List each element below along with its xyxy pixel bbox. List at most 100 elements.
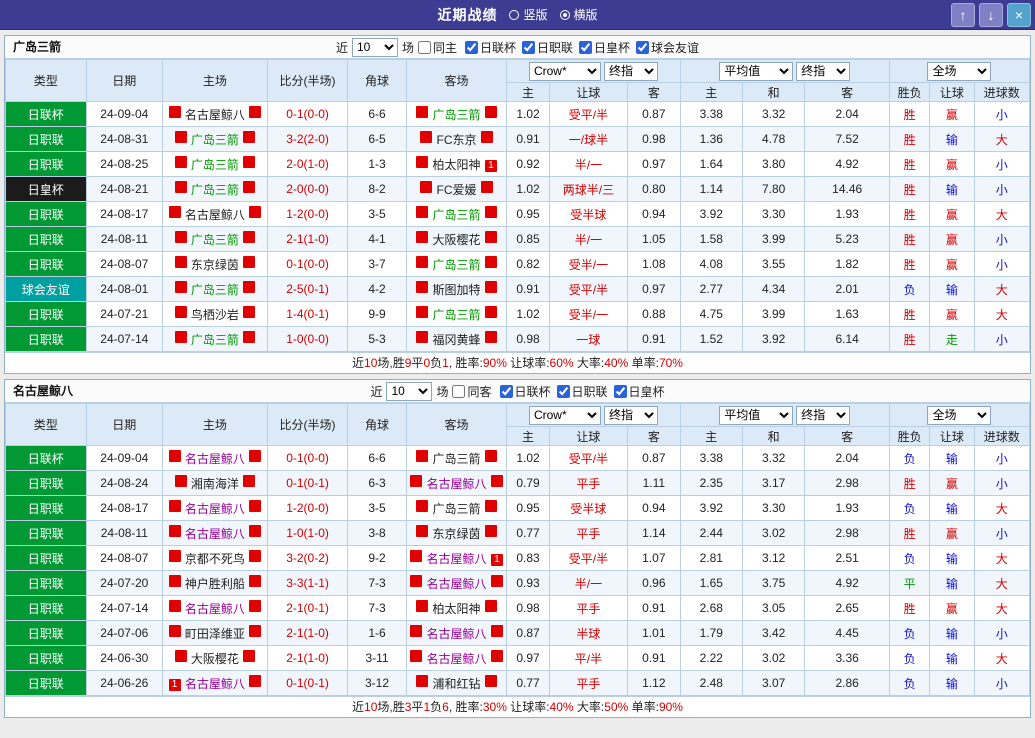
match-row[interactable]: 日职联 24-08-11 名古屋鲸八 1-0(1-0) 3-8 东京绿茵 0.7… <box>5 520 1031 546</box>
away-team-cell[interactable]: 广岛三箭 <box>405 445 508 471</box>
league-checkbox[interactable] <box>464 40 478 54</box>
home-team-cell[interactable]: 町田泽维亚 <box>162 620 268 646</box>
home-team-cell[interactable]: 大阪樱花 <box>162 645 268 671</box>
match-count-select[interactable]: 10 <box>386 381 433 401</box>
match-row[interactable]: 日皇杯 24-08-21 广岛三箭 2-0(0-0) 8-2 FC爱媛 1.02… <box>5 176 1031 202</box>
match-row[interactable]: 日职联 24-06-30 大阪樱花 2-1(1-0) 3-11 名古屋鲸八 0.… <box>5 645 1031 671</box>
home-team-cell[interactable]: 广岛三箭 <box>162 126 268 152</box>
match-row[interactable]: 日职联 24-07-14 广岛三箭 1-0(0-0) 5-3 福冈黄蜂 0.98… <box>5 326 1031 352</box>
away-team-cell[interactable]: 东京绿茵 <box>405 520 508 546</box>
league-filter[interactable]: 日皇杯 <box>579 39 630 56</box>
away-team-cell[interactable]: 广岛三箭 <box>405 495 508 521</box>
match-row[interactable]: 日职联 24-07-14 名古屋鲸八 2-1(0-1) 7-3 柏太阳神 0.9… <box>5 595 1031 621</box>
match-row[interactable]: 日职联 24-08-11 广岛三箭 2-1(1-0) 4-1 大阪樱花 0.85… <box>5 226 1031 252</box>
same-venue-checkbox[interactable] <box>417 40 431 54</box>
close-button[interactable]: × <box>1007 3 1031 27</box>
match-count-select[interactable]: 10 <box>351 37 398 57</box>
league-filter[interactable]: 日联杯 <box>499 383 551 400</box>
home-team-cell[interactable]: 广岛三箭 <box>162 276 268 302</box>
bookmaker-select[interactable]: Crow* <box>528 61 601 81</box>
home-team-cell[interactable]: 名古屋鲸八 <box>162 495 268 521</box>
away-team-cell[interactable]: 浦和红钻 <box>405 670 508 696</box>
away-team-cell[interactable]: 柏太阳神 1 <box>405 151 508 177</box>
home-team-cell[interactable]: 鸟栖沙岩 <box>162 301 268 327</box>
away-team-cell[interactable]: 名古屋鲸八 <box>405 620 508 646</box>
same-venue-filter[interactable]: 同主 <box>417 39 457 56</box>
league-filter[interactable]: 日职联 <box>556 383 608 400</box>
away-team-cell[interactable]: 名古屋鲸八 <box>405 570 508 596</box>
away-team-cell[interactable]: 广岛三箭 <box>405 251 508 277</box>
home-team-cell[interactable]: 名古屋鲸八 <box>162 101 268 127</box>
home-team-cell[interactable]: 湘南海洋 <box>162 470 268 496</box>
match-row[interactable]: 日职联 24-08-07 东京绿茵 0-1(0-0) 3-7 广岛三箭 0.82… <box>5 251 1031 277</box>
home-team-cell[interactable]: 东京绿茵 <box>162 251 268 277</box>
home-team-cell[interactable]: 广岛三箭 <box>162 226 268 252</box>
same-venue-filter[interactable]: 同客 <box>452 383 492 400</box>
league-filter[interactable]: 球会友谊 <box>636 39 699 56</box>
match-row[interactable]: 日职联 24-08-25 广岛三箭 2-0(1-0) 1-3 柏太阳神 1 0.… <box>5 151 1031 177</box>
odds-time-select[interactable]: 终指 <box>603 405 658 425</box>
move-down-button[interactable]: ↓ <box>979 3 1003 27</box>
league-checkbox[interactable] <box>522 40 535 54</box>
same-venue-checkbox[interactable] <box>452 384 466 398</box>
home-team-cell[interactable]: 名古屋鲸八 <box>162 520 268 546</box>
match-row[interactable]: 球会友谊 24-08-01 广岛三箭 2-5(0-1) 4-2 斯图加特 0.9… <box>5 276 1031 302</box>
wdl-result-cell: 负 <box>888 645 931 671</box>
home-team-cell[interactable]: 名古屋鲸八 <box>162 445 268 471</box>
home-team-cell[interactable]: 名古屋鲸八 <box>162 201 268 227</box>
away-team-cell[interactable]: 广岛三箭 <box>405 101 508 127</box>
match-row[interactable]: 日职联 24-08-07 京都不死鸟 3-2(0-2) 9-2 名古屋鲸八 1 … <box>5 545 1031 571</box>
bookmaker-select[interactable]: Crow* <box>528 405 601 425</box>
home-team-cell[interactable]: 广岛三箭 <box>162 326 268 352</box>
match-row[interactable]: 日职联 24-08-24 湘南海洋 0-1(0-1) 6-3 名古屋鲸八 0.7… <box>5 470 1031 496</box>
handicap-result-cell: 走 <box>929 326 975 352</box>
move-up-button[interactable]: ↑ <box>951 3 975 27</box>
away-team-cell[interactable]: 广岛三箭 <box>405 201 508 227</box>
average-select[interactable]: 平均值 <box>719 61 794 81</box>
league-checkbox[interactable] <box>579 40 593 54</box>
away-team-cell[interactable]: 名古屋鲸八 1 <box>405 545 508 571</box>
away-team-cell[interactable]: 福冈黄蜂 <box>405 326 508 352</box>
home-team-cell[interactable]: 神户胜利船 <box>162 570 268 596</box>
league-filter[interactable]: 日联杯 <box>464 39 516 56</box>
league-checkbox[interactable] <box>636 40 650 54</box>
home-team-cell[interactable]: 1 名古屋鲸八 <box>162 670 268 696</box>
home-team-name: 东京绿茵 <box>190 257 239 272</box>
away-team-cell[interactable]: 柏太阳神 <box>405 595 508 621</box>
away-team-cell[interactable]: FC东京 <box>405 126 508 152</box>
match-row[interactable]: 日职联 24-08-17 名古屋鲸八 1-2(0-0) 3-5 广岛三箭 0.9… <box>5 495 1031 521</box>
layout-vertical-option[interactable]: 竖版 <box>509 6 548 23</box>
home-team-cell[interactable]: 名古屋鲸八 <box>162 595 268 621</box>
away-team-cell[interactable]: 广岛三箭 <box>405 301 508 327</box>
average-select[interactable]: 平均值 <box>719 405 794 425</box>
match-row[interactable]: 日职联 24-07-20 神户胜利船 3-3(1-1) 7-3 名古屋鲸八 0.… <box>5 570 1031 596</box>
away-team-cell[interactable]: 名古屋鲸八 <box>405 470 508 496</box>
period-select[interactable]: 全场 <box>927 61 992 81</box>
league-checkbox[interactable] <box>499 384 513 398</box>
odds-time-select[interactable]: 终指 <box>603 61 658 81</box>
match-row[interactable]: 日职联 24-06-26 1 名古屋鲸八 0-1(0-1) 3-12 浦和红钻 … <box>5 670 1031 696</box>
home-team-cell[interactable]: 广岛三箭 <box>162 151 268 177</box>
match-row[interactable]: 日职联 24-08-31 广岛三箭 3-2(2-0) 6-5 FC东京 0.91… <box>5 126 1031 152</box>
avg-time-select[interactable]: 终指 <box>796 405 851 425</box>
match-row[interactable]: 日联杯 24-09-04 名古屋鲸八 0-1(0-0) 6-6 广岛三箭 1.0… <box>5 445 1031 471</box>
match-row[interactable]: 日职联 24-08-17 名古屋鲸八 1-2(0-0) 3-5 广岛三箭 0.9… <box>5 201 1031 227</box>
home-team-cell[interactable]: 京都不死鸟 <box>162 545 268 571</box>
league-checkbox[interactable] <box>556 384 570 398</box>
away-team-cell[interactable]: 名古屋鲸八 <box>405 645 508 671</box>
match-row[interactable]: 日职联 24-07-06 町田泽维亚 2-1(1-0) 1-6 名古屋鲸八 0.… <box>5 620 1031 646</box>
away-team-cell[interactable]: FC爱媛 <box>405 176 508 202</box>
period-select[interactable]: 全场 <box>927 405 992 425</box>
away-team-cell[interactable]: 斯图加特 <box>405 276 508 302</box>
league-checkbox[interactable] <box>613 384 627 398</box>
away-team-cell[interactable]: 大阪樱花 <box>405 226 508 252</box>
layout-horizontal-option[interactable]: 横版 <box>559 6 598 23</box>
match-row[interactable]: 日职联 24-07-21 鸟栖沙岩 1-4(0-1) 9-9 广岛三箭 1.02… <box>5 301 1031 327</box>
league-filter[interactable]: 日皇杯 <box>613 383 665 400</box>
home-team-cell[interactable]: 广岛三箭 <box>162 176 268 202</box>
avg-time-select[interactable]: 终指 <box>796 61 851 81</box>
match-row[interactable]: 日联杯 24-09-04 名古屋鲸八 0-1(0-0) 6-6 广岛三箭 1.0… <box>5 101 1031 127</box>
radio-selected-icon[interactable] <box>559 9 570 20</box>
radio-icon[interactable] <box>509 9 520 20</box>
league-filter[interactable]: 日职联 <box>522 39 573 56</box>
